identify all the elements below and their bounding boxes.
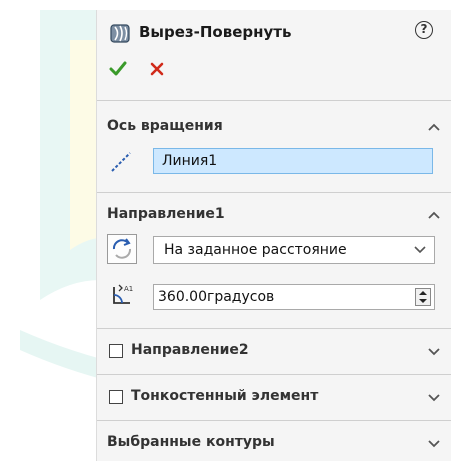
- revolve-cut-property-panel: Вырез-Повернуть ? Ось вращения Линия1 На…: [96, 10, 451, 461]
- divider: [97, 374, 451, 375]
- chevron-down-icon[interactable]: [427, 438, 441, 448]
- chevron-down-icon[interactable]: [427, 392, 441, 402]
- ok-button[interactable]: [109, 60, 127, 78]
- section-title-direction1[interactable]: Направление1: [107, 206, 225, 222]
- end-condition-value: На заданное расстояние: [164, 242, 347, 258]
- chevron-up-icon[interactable]: [427, 122, 441, 132]
- direction2-label[interactable]: Направление2: [131, 342, 249, 358]
- divider: [97, 192, 451, 193]
- chevron-up-icon[interactable]: [427, 210, 441, 220]
- divider: [97, 420, 451, 421]
- svg-text:A1: A1: [124, 285, 133, 293]
- axis-input[interactable]: Линия1: [153, 148, 433, 174]
- section-title-axis[interactable]: Ось вращения: [107, 118, 223, 134]
- angle-icon: A1: [113, 284, 133, 304]
- cancel-button[interactable]: [149, 61, 165, 77]
- chevron-down-icon[interactable]: [427, 346, 441, 356]
- help-button[interactable]: ?: [415, 21, 433, 39]
- reverse-direction-button[interactable]: [107, 234, 137, 264]
- angle-value: 360.00градусов: [158, 289, 275, 305]
- section-title-selected-contours[interactable]: Выбранные контуры: [107, 434, 275, 450]
- thin-feature-label[interactable]: Тонкостенный элемент: [131, 388, 318, 404]
- chevron-down-icon: [414, 246, 426, 254]
- thin-feature-checkbox[interactable]: [109, 390, 123, 404]
- panel-title: Вырез-Повернуть: [139, 23, 292, 41]
- revolve-cut-icon: [110, 24, 130, 43]
- panel-header: Вырез-Повернуть ?: [97, 10, 451, 100]
- axis-line-icon: [111, 152, 131, 172]
- angle-input[interactable]: 360.00градусов: [153, 284, 435, 310]
- end-condition-select[interactable]: На заданное расстояние: [153, 236, 435, 264]
- divider: [97, 100, 451, 101]
- spinner-arrows-icon: [419, 291, 427, 303]
- angle-spinner[interactable]: [415, 288, 431, 306]
- direction2-checkbox[interactable]: [109, 344, 123, 358]
- divider: [97, 328, 451, 329]
- reverse-direction-icon: [112, 238, 132, 259]
